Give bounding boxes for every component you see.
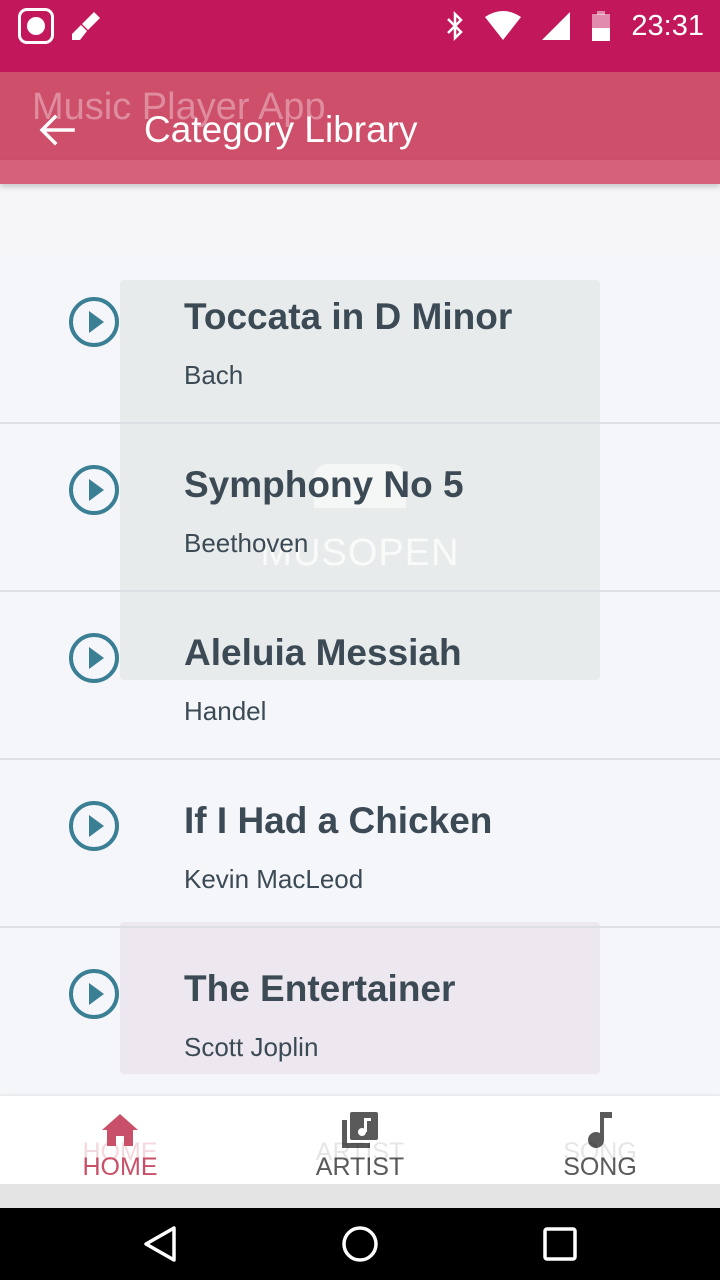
song-artist: Scott Joplin	[184, 1032, 319, 1062]
status-time: 23:31	[631, 9, 704, 42]
home-nav-button[interactable]	[332, 1216, 388, 1272]
list-item[interactable]: The Entertainer Scott Joplin	[0, 928, 720, 1096]
signal-icon	[542, 12, 571, 40]
nav-bottom-strip	[0, 1184, 720, 1208]
system-nav-bar	[0, 1208, 720, 1280]
song-title: Symphony No 5	[184, 464, 464, 505]
battery-icon	[592, 11, 611, 41]
mi-icon	[18, 8, 54, 44]
song-title: The Entertainer	[184, 968, 456, 1009]
play-circle-icon[interactable]	[68, 464, 120, 516]
ghost-label: HOME	[82, 1138, 158, 1166]
song-title: Toccata in D Minor	[184, 296, 513, 337]
list-item[interactable]: Symphony No 5 Beethoven	[0, 424, 720, 592]
nav-song-tab[interactable]: SONG SONG	[480, 1096, 720, 1184]
broom-icon	[72, 12, 100, 40]
song-artist: Beethoven	[184, 528, 309, 558]
page-title: Category Library	[144, 109, 418, 150]
back-button[interactable]	[30, 108, 84, 152]
song-artist: Handel	[184, 696, 267, 726]
ghost-label: SONG	[563, 1138, 637, 1166]
recents-nav-button[interactable]	[532, 1216, 588, 1272]
song-title: Aleluia Messiah	[184, 632, 462, 673]
list-top-spacer	[0, 184, 720, 256]
circle-home-icon	[342, 1226, 378, 1262]
status-bar: 23:31	[0, 0, 720, 72]
bottom-nav: HOME HOME ARTIST ARTIST SONG SONG	[0, 1096, 720, 1184]
list-item[interactable]: Aleluia Messiah Handel	[0, 592, 720, 760]
app-bar-shadow	[0, 160, 720, 184]
nav-artist-tab[interactable]: ARTIST ARTIST	[240, 1096, 480, 1184]
play-circle-icon[interactable]	[68, 800, 120, 852]
play-circle-icon[interactable]	[68, 968, 120, 1020]
song-artist: Bach	[184, 360, 244, 390]
square-recents-icon	[543, 1227, 577, 1261]
back-nav-button[interactable]	[132, 1216, 188, 1272]
wifi-icon	[485, 11, 522, 40]
ghost-label: ARTIST	[315, 1138, 405, 1166]
triangle-back-icon	[144, 1226, 176, 1262]
play-circle-icon[interactable]	[68, 296, 120, 348]
song-artist: Kevin MacLeod	[184, 864, 364, 894]
play-circle-icon[interactable]	[68, 632, 120, 684]
nav-home-tab[interactable]: HOME HOME	[0, 1096, 240, 1184]
list-item[interactable]: Toccata in D Minor Bach	[0, 256, 720, 424]
song-list: MUSOPEN Toccata in D Minor Bach Symphony…	[0, 184, 720, 1096]
song-title: If I Had a Chicken	[184, 800, 493, 841]
bluetooth-icon	[447, 10, 464, 42]
arrow-back-icon	[39, 114, 75, 146]
list-item[interactable]: If I Had a Chicken Kevin MacLeod	[0, 760, 720, 928]
